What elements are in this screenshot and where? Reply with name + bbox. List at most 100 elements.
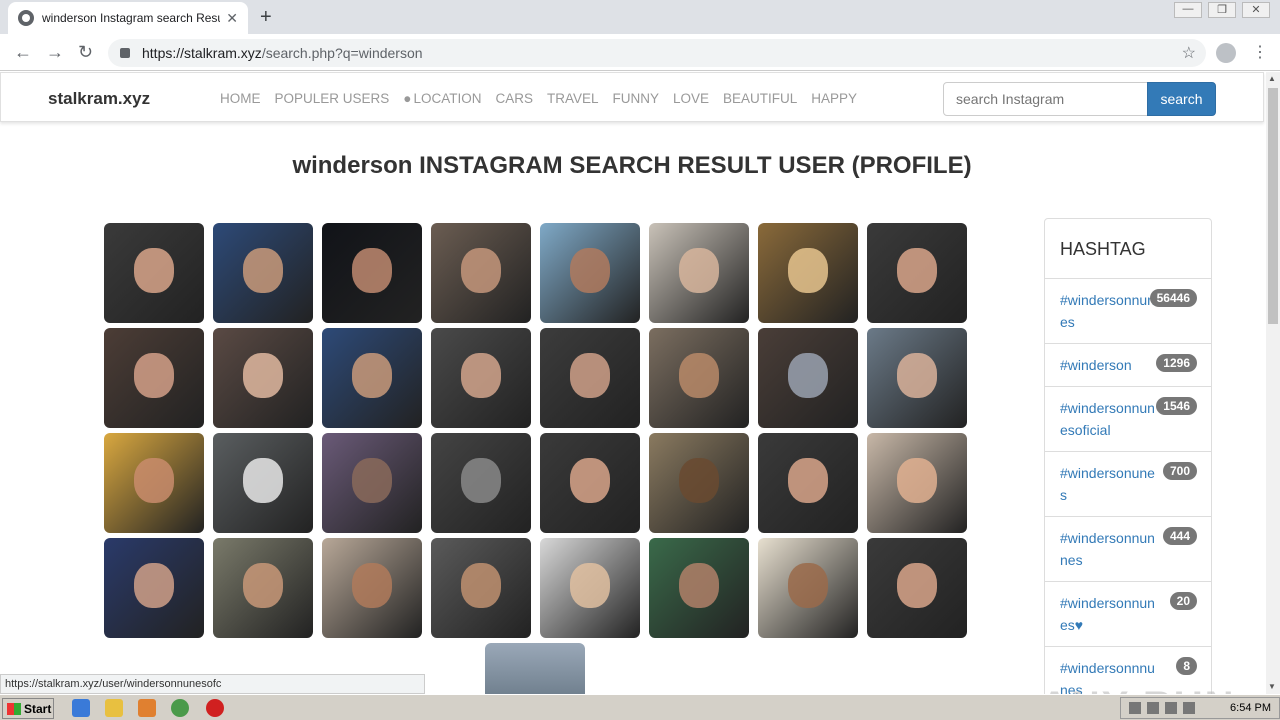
profile-thumbnail[interactable] [649,433,749,533]
profile-thumbnail[interactable] [431,223,531,323]
address-bar[interactable]: https://stalkram.xyz/search.php?q=winder… [108,39,1206,67]
network-icon[interactable] [1147,702,1159,714]
profile-thumbnail[interactable] [213,538,313,638]
profile-thumbnail[interactable] [758,538,858,638]
thumbnail-photo [679,563,719,608]
hashtag-link[interactable]: #windersonunes [1060,462,1156,506]
flag-icon[interactable] [1183,702,1195,714]
hashtag-link[interactable]: #windersonnunnes [1060,527,1156,571]
profile-thumbnail[interactable] [322,433,422,533]
thumbnail-photo [461,353,501,398]
folder-icon[interactable] [105,699,123,717]
nav-populer-users[interactable]: POPULER USERS [275,91,390,106]
search-button[interactable]: search [1147,82,1216,116]
hashtag-item[interactable]: #windersonunes 700 [1045,452,1211,517]
thumbnail-photo [788,458,828,503]
profile-thumbnail[interactable] [322,538,422,638]
start-button[interactable]: Start [2,698,54,719]
profile-thumbnail[interactable] [322,223,422,323]
profile-thumbnail[interactable] [867,223,967,323]
hashtag-item[interactable]: #windersonnunes 56446 [1045,279,1211,344]
restore-button[interactable]: ❐ [1208,2,1236,18]
profile-thumbnail[interactable] [213,223,313,323]
nav-cars[interactable]: CARS [495,91,533,106]
profile-thumbnail[interactable] [431,328,531,428]
profile-thumbnail[interactable] [104,328,204,428]
hashtag-link[interactable]: #winderson [1060,354,1156,376]
volume-icon[interactable] [1165,702,1177,714]
windows-logo-icon [7,702,21,715]
thumbnail-photo [679,353,719,398]
profile-thumbnail[interactable] [213,433,313,533]
profile-thumbnail[interactable] [431,538,531,638]
profile-thumbnail[interactable] [758,328,858,428]
thumbnail-photo [679,248,719,293]
thumbnail-photo [461,248,501,293]
profile-thumbnail[interactable] [322,328,422,428]
thumbnail-photo [897,563,937,608]
profile-thumbnail[interactable] [104,538,204,638]
back-button[interactable]: ← [14,42,32,63]
scroll-up-icon[interactable]: ▲ [1268,74,1276,83]
map-pin-icon: ● [403,91,412,106]
profile-thumbnail[interactable] [540,223,640,323]
site-brand[interactable]: stalkram.xyz [48,89,150,109]
media-player-icon[interactable] [138,699,156,717]
minimize-button[interactable]: — [1174,2,1202,18]
reload-button[interactable]: ↻ [78,42,93,63]
search-input[interactable] [943,82,1148,116]
hashtag-count-badge: 444 [1162,527,1197,545]
url-text: https://stalkram.xyz/search.php?q=winder… [142,45,423,61]
profile-thumbnail[interactable] [540,328,640,428]
profile-thumbnail[interactable] [485,643,585,694]
profile-avatar-icon[interactable] [1216,43,1236,63]
scroll-thumb[interactable] [1268,88,1278,324]
profile-thumbnail[interactable] [540,538,640,638]
browser-menu-icon[interactable]: ⋮ [1252,42,1268,62]
browser-tab-strip: winderson Instagram search Result ✕ + — … [0,0,1280,34]
new-tab-button[interactable]: + [260,6,272,29]
profile-thumbnail[interactable] [649,328,749,428]
profile-thumbnail[interactable] [758,433,858,533]
chrome-icon[interactable] [171,699,189,717]
profile-thumbnail[interactable] [431,433,531,533]
forward-button[interactable]: → [46,42,64,63]
nav-location[interactable]: ● LOCATION [403,91,481,106]
profile-thumbnail[interactable] [104,433,204,533]
hashtag-item[interactable]: #windersonnunnes 444 [1045,517,1211,582]
thumbnail-photo [570,563,610,608]
shield-icon[interactable] [1129,702,1141,714]
nav-happy[interactable]: HAPPY [811,91,857,106]
close-window-button[interactable]: ✕ [1242,2,1270,18]
profile-thumbnail[interactable] [867,433,967,533]
hashtag-link[interactable]: #windersonnunes♥ [1060,592,1156,636]
hashtag-count-badge: 1296 [1156,354,1197,372]
bookmark-star-icon[interactable]: ☆ [1182,43,1196,63]
thumbnail-photo [134,563,174,608]
profile-thumbnail[interactable] [649,223,749,323]
profile-thumbnail[interactable] [213,328,313,428]
nav-beautiful[interactable]: BEAUTIFUL [723,91,797,106]
close-tab-icon[interactable]: ✕ [226,10,238,27]
profile-thumbnail[interactable] [649,538,749,638]
scroll-down-icon[interactable]: ▼ [1268,682,1276,691]
nav-love[interactable]: LOVE [673,91,709,106]
nav-travel[interactable]: TRAVEL [547,91,599,106]
ie-icon[interactable] [72,699,90,717]
profile-thumbnail[interactable] [867,538,967,638]
page-scrollbar[interactable]: ▲ ▼ [1266,72,1280,694]
profile-thumbnail[interactable] [867,328,967,428]
browser-tab[interactable]: winderson Instagram search Result ✕ [8,2,248,34]
nav-funny[interactable]: FUNNY [613,91,660,106]
opera-icon[interactable] [206,699,224,717]
hashtag-item[interactable]: #windersonnunesoficial 1546 [1045,387,1211,452]
hashtag-item[interactable]: #windersonnunes♥ 20 [1045,582,1211,647]
hashtag-item[interactable]: #winderson 1296 [1045,344,1211,387]
profile-thumbnail[interactable] [758,223,858,323]
nav-home[interactable]: HOME [220,91,261,106]
hashtag-link[interactable]: #windersonnunesoficial [1060,397,1156,441]
profile-thumbnail[interactable] [104,223,204,323]
hashtag-link[interactable]: #windersonnunes [1060,289,1156,333]
profile-thumbnail[interactable] [540,433,640,533]
page-title: winderson INSTAGRAM SEARCH RESULT USER (… [292,152,972,179]
